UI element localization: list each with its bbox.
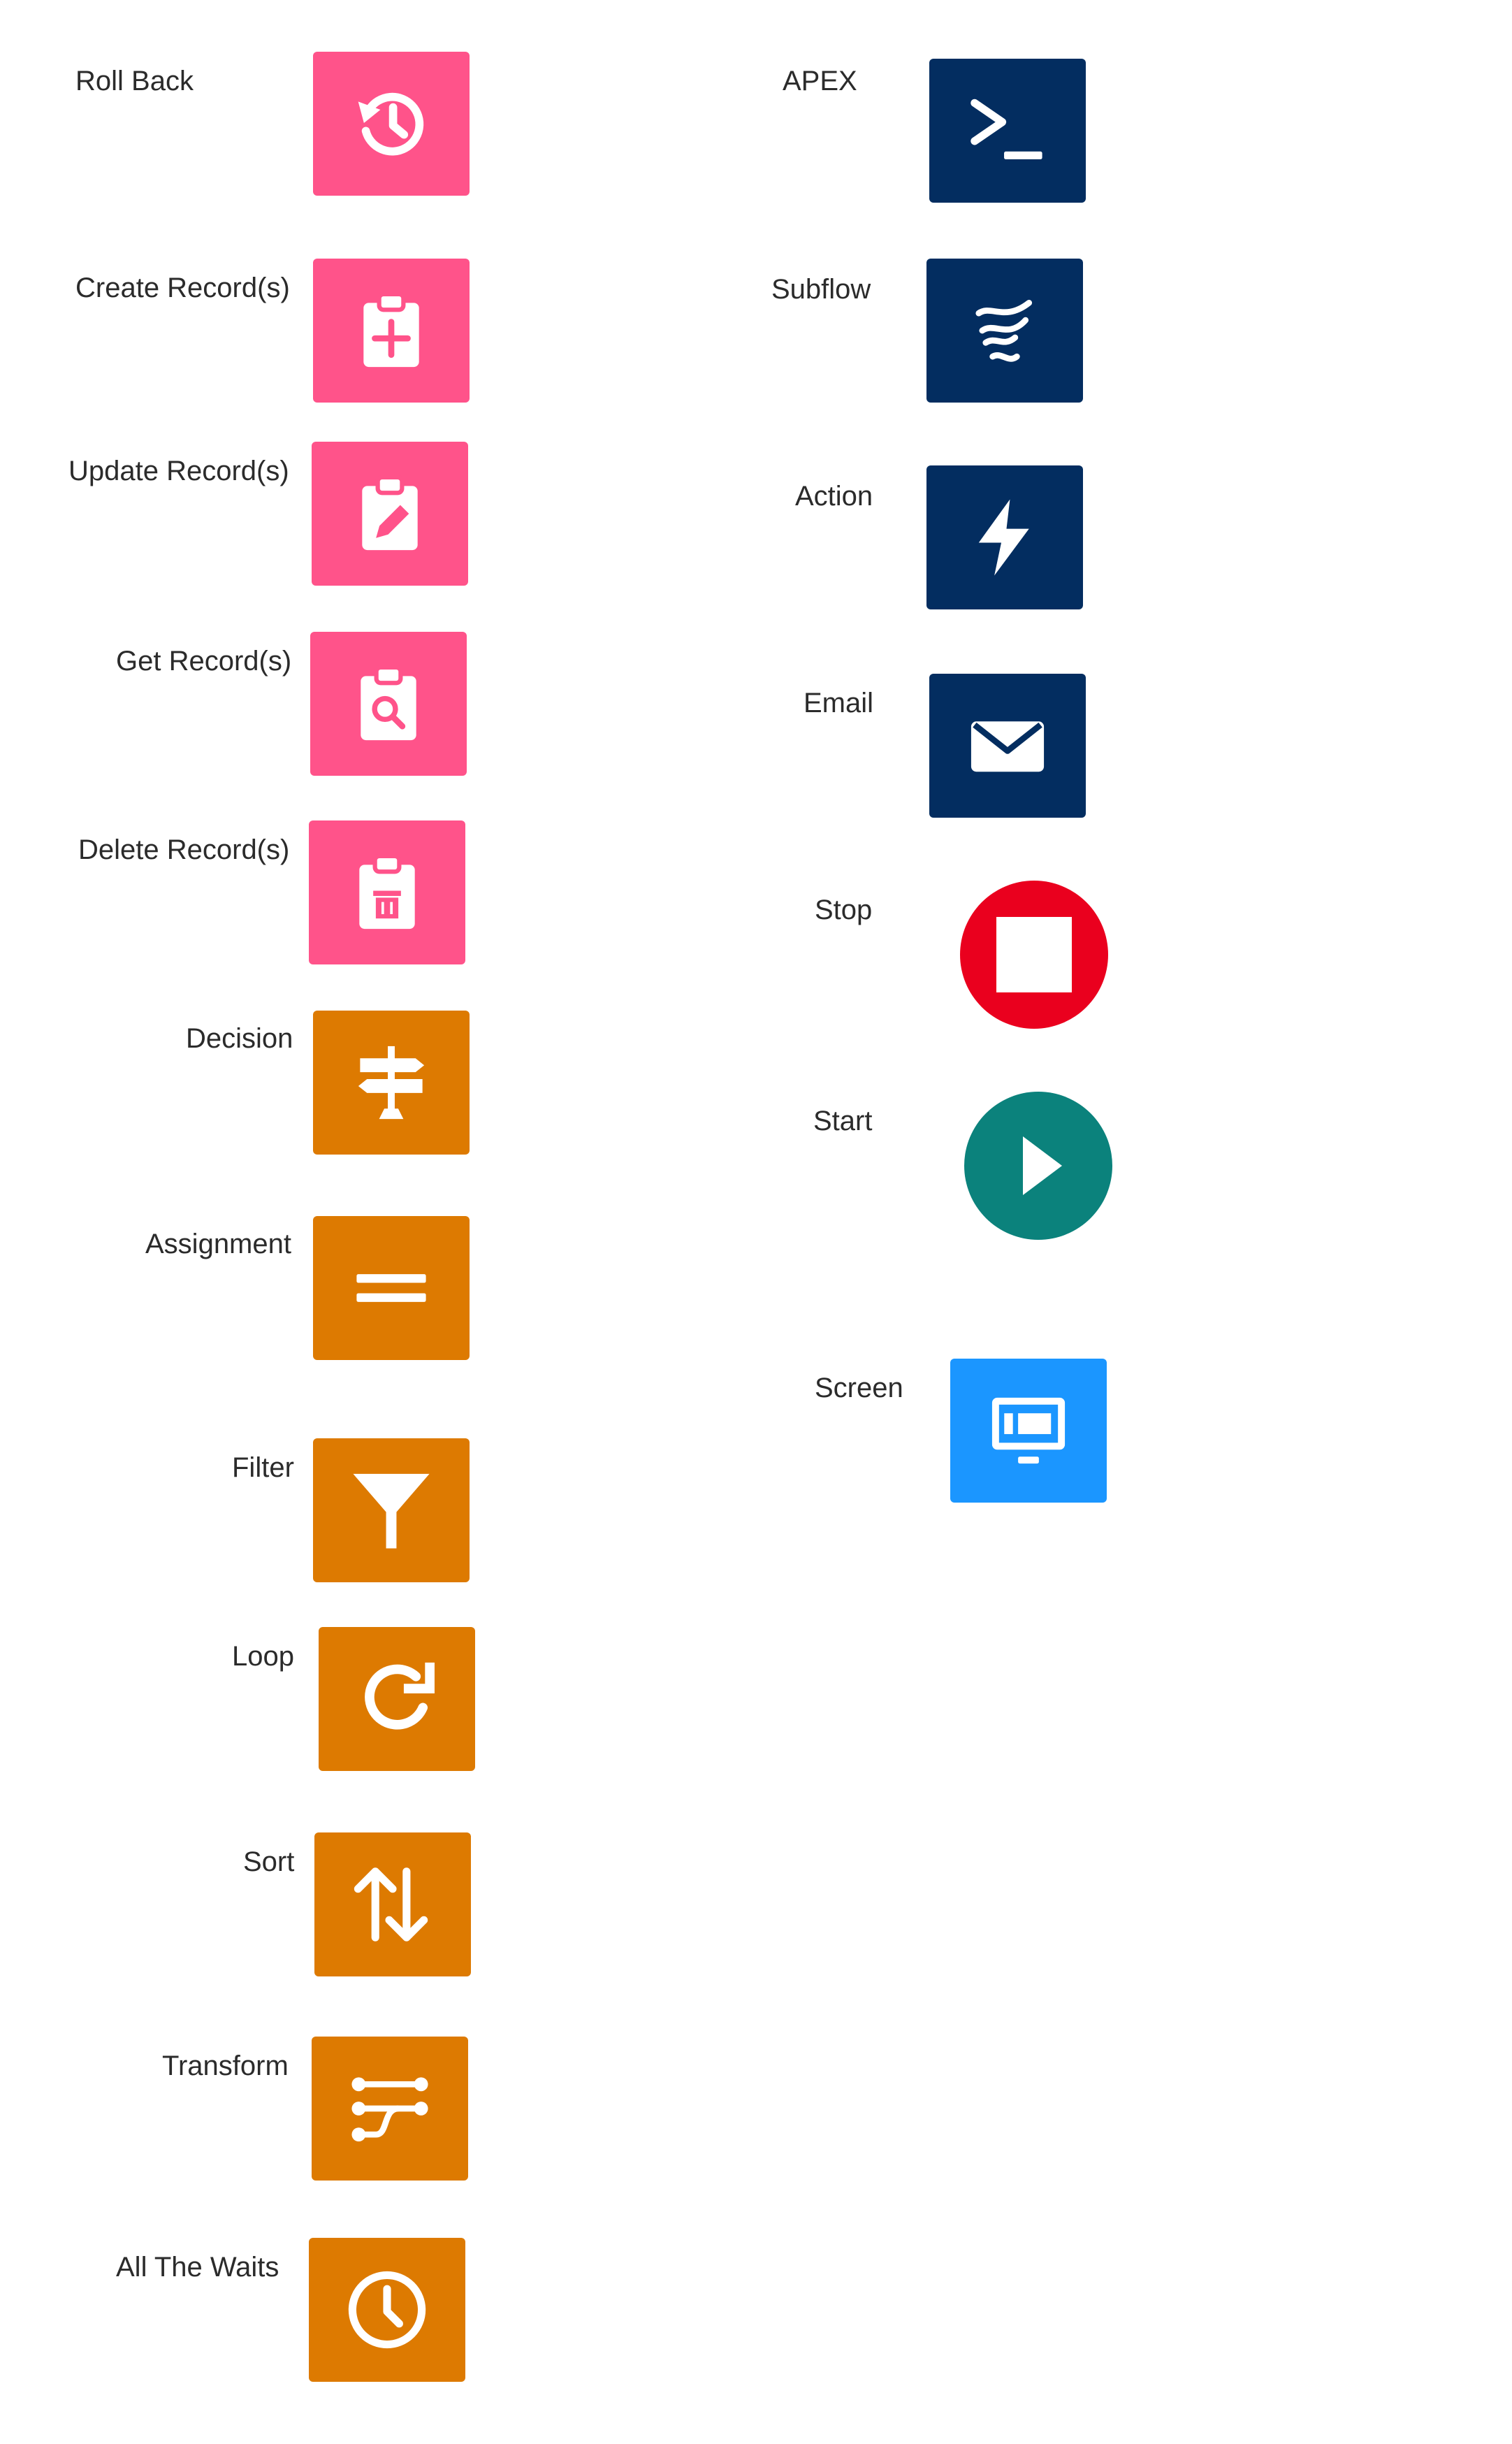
screen-element[interactable] <box>950 1359 1107 1503</box>
create-record-icon <box>363 291 419 368</box>
action-bolt-icon <box>978 499 1029 576</box>
label-subflow: Subflow <box>771 274 871 305</box>
assignment-icon <box>356 1274 426 1302</box>
label-get-records: Get Record(s) <box>116 646 292 677</box>
subflow-element[interactable] <box>926 259 1083 403</box>
update-record-icon <box>362 475 418 551</box>
get-record-icon <box>361 665 416 741</box>
email-element[interactable] <box>929 674 1086 818</box>
label-filter: Filter <box>232 1452 294 1483</box>
label-delete-records: Delete Record(s) <box>78 834 290 865</box>
label-transform: Transform <box>162 2051 289 2081</box>
rollback-element[interactable] <box>313 52 470 196</box>
loop-element[interactable] <box>319 1627 475 1771</box>
wait-clock-icon <box>348 2271 426 2349</box>
email-icon <box>971 721 1045 772</box>
loop-icon <box>365 1662 435 1730</box>
sort-icon <box>354 1867 428 1942</box>
start-play-icon <box>1023 1136 1062 1195</box>
decision-element[interactable] <box>313 1011 470 1155</box>
label-sort: Sort <box>243 1846 295 1877</box>
label-apex: APEX <box>783 66 857 96</box>
stop-icon <box>996 917 1072 992</box>
delete-record-icon <box>359 853 415 930</box>
action-element[interactable] <box>926 465 1083 609</box>
rollback-icon <box>358 92 424 156</box>
label-decision: Decision <box>186 1023 293 1054</box>
decision-icon <box>358 1046 425 1120</box>
assignment-element[interactable] <box>313 1216 470 1360</box>
subflow-icon <box>975 299 1033 362</box>
sort-element[interactable] <box>314 1832 471 1976</box>
label-action: Action <box>795 481 873 512</box>
label-update-records: Update Record(s) <box>68 456 289 486</box>
create-records-element[interactable] <box>313 259 470 403</box>
apex-element[interactable] <box>929 59 1086 203</box>
transform-icon <box>351 2077 428 2142</box>
label-stop: Stop <box>815 895 873 925</box>
label-assignment: Assignment <box>145 1229 291 1259</box>
label-start: Start <box>813 1106 873 1136</box>
apex-terminal-icon <box>971 99 1042 159</box>
label-screen: Screen <box>815 1373 903 1403</box>
delete-records-element[interactable] <box>309 820 465 964</box>
filter-icon <box>353 1473 430 1549</box>
transform-element[interactable] <box>312 2037 468 2181</box>
get-records-element[interactable] <box>310 632 467 776</box>
label-email: Email <box>804 688 874 718</box>
filter-element[interactable] <box>313 1438 470 1582</box>
label-all-the-waits: All The Waits <box>116 2252 279 2283</box>
update-records-element[interactable] <box>312 442 468 586</box>
stop-element[interactable] <box>960 881 1108 1029</box>
start-element[interactable] <box>964 1092 1112 1240</box>
label-create-records: Create Record(s) <box>75 273 290 303</box>
label-roll-back: Roll Back <box>75 66 194 96</box>
label-loop: Loop <box>232 1641 294 1672</box>
wait-element[interactable] <box>309 2238 465 2382</box>
screen-icon <box>991 1397 1066 1464</box>
